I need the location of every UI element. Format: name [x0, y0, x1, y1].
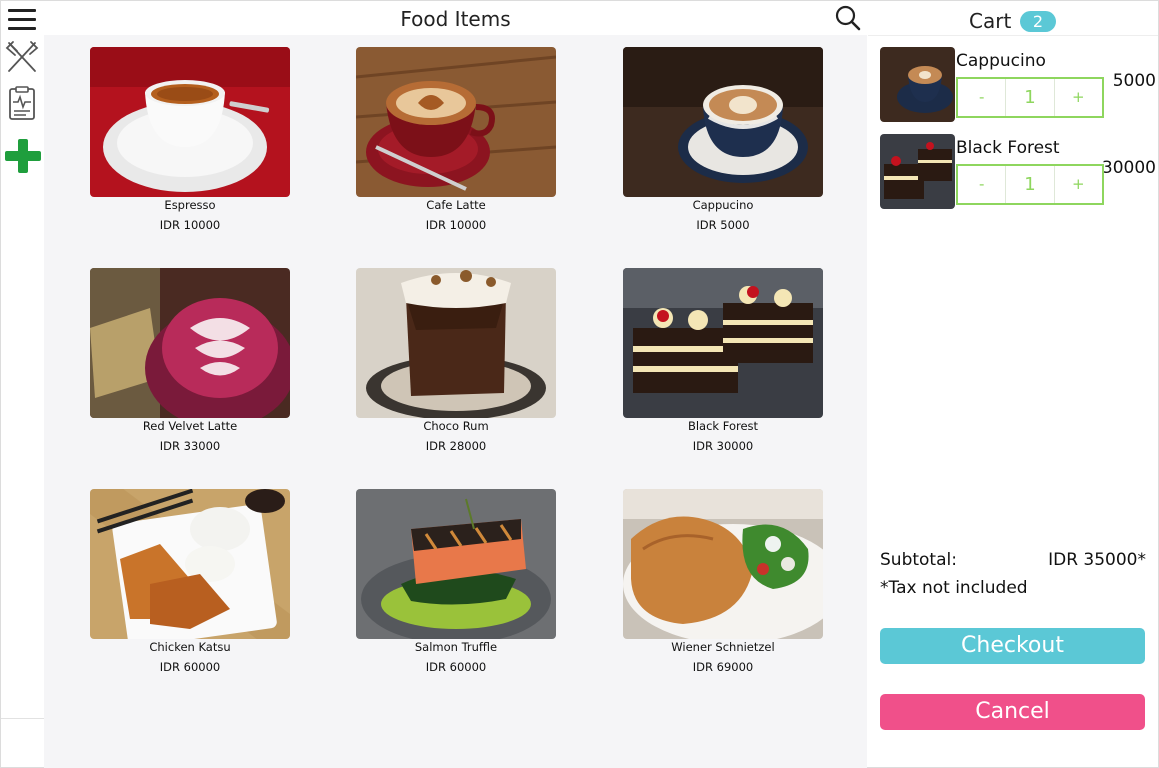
quantity-value[interactable]: 1 — [1006, 166, 1055, 203]
cancel-button[interactable]: Cancel — [880, 694, 1145, 730]
cart-item-price: 5000 — [1112, 71, 1156, 91]
red-velvet-latte-image — [90, 268, 290, 418]
food-card-wiener-schnietzel[interactable]: Wiener Schnietzel IDR 69000 — [623, 489, 823, 674]
cart-item: Cappucino 5000 - 1 + — [880, 47, 1156, 123]
food-price: IDR 5000 — [696, 218, 750, 232]
cart-item-name: Black Forest — [956, 138, 1060, 158]
food-price: IDR 60000 — [425, 660, 487, 674]
food-price: IDR 30000 — [692, 439, 754, 453]
salmon-truffle-image — [356, 489, 556, 639]
food-price: IDR 10000 — [159, 218, 221, 232]
cart-item: Black Forest 30000 - 1 + — [880, 134, 1156, 210]
cart-title: Cart — [969, 9, 1012, 33]
chicken-katsu-image — [90, 489, 290, 639]
food-name: Salmon Truffle — [414, 640, 498, 654]
food-card-salmon-truffle[interactable]: Salmon Truffle IDR 60000 — [356, 489, 556, 674]
cart-panel: Cart 2 Cappucino 5000 - 1 + Black Forest… — [868, 1, 1158, 767]
checkout-button[interactable]: Checkout — [880, 628, 1145, 664]
food-name: Chicken Katsu — [149, 640, 231, 654]
quantity-stepper: - 1 + — [956, 77, 1104, 118]
increment-button[interactable]: + — [1055, 166, 1102, 203]
food-name: Red Velvet Latte — [142, 419, 238, 433]
subtotal-value: IDR 35000* — [1048, 550, 1146, 570]
cappucino-image — [623, 47, 823, 197]
choco-rum-image — [356, 268, 556, 418]
increment-button[interactable]: + — [1055, 79, 1102, 116]
page-title: Food Items — [400, 7, 511, 31]
food-grid: Espresso IDR 10000 Cafe Latte IDR 10000 — [44, 35, 867, 768]
food-card-cafe-latte[interactable]: Cafe Latte IDR 10000 — [356, 47, 556, 232]
top-bar: Food Items — [44, 4, 867, 34]
left-sidebar — [1, 1, 44, 719]
utensils-icon[interactable] — [4, 39, 40, 75]
food-price: IDR 69000 — [692, 660, 754, 674]
cart-count-badge: 2 — [1020, 11, 1056, 32]
espresso-image — [90, 47, 290, 197]
cafe-latte-image — [356, 47, 556, 197]
black-forest-thumbnail — [880, 134, 955, 209]
food-name: Choco Rum — [423, 419, 489, 433]
cappucino-thumbnail — [880, 47, 955, 122]
food-card-chicken-katsu[interactable]: Chicken Katsu IDR 60000 — [90, 489, 290, 674]
food-name: Cappucino — [692, 198, 754, 212]
food-name: Black Forest — [687, 419, 759, 433]
add-icon[interactable] — [2, 137, 44, 179]
cart-header: Cart 2 — [868, 4, 1158, 36]
menu-icon[interactable] — [8, 9, 36, 31]
cart-item-name: Cappucino — [956, 51, 1046, 71]
food-card-espresso[interactable]: Espresso IDR 10000 — [90, 47, 290, 232]
food-name: Espresso — [164, 198, 216, 212]
black-forest-image — [623, 268, 823, 418]
food-name: Wiener Schnietzel — [671, 640, 775, 654]
subtotal-label: Subtotal: — [880, 550, 957, 570]
report-icon[interactable] — [4, 85, 40, 121]
food-price: IDR 33000 — [159, 439, 221, 453]
food-card-red-velvet-latte[interactable]: Red Velvet Latte IDR 33000 — [90, 268, 290, 453]
quantity-value[interactable]: 1 — [1006, 79, 1055, 116]
food-card-cappucino[interactable]: Cappucino IDR 5000 — [623, 47, 823, 232]
decrement-button[interactable]: - — [958, 79, 1007, 116]
food-price: IDR 28000 — [425, 439, 487, 453]
food-price: IDR 10000 — [425, 218, 487, 232]
food-card-choco-rum[interactable]: Choco Rum IDR 28000 — [356, 268, 556, 453]
food-name: Cafe Latte — [426, 198, 486, 212]
decrement-button[interactable]: - — [958, 166, 1007, 203]
search-icon[interactable] — [834, 4, 862, 32]
cart-item-price: 30000 — [1101, 158, 1156, 178]
food-card-black-forest[interactable]: Black Forest IDR 30000 — [623, 268, 823, 453]
wiener-schnietzel-image — [623, 489, 823, 639]
quantity-stepper: - 1 + — [956, 164, 1104, 205]
food-price: IDR 60000 — [159, 660, 221, 674]
tax-note: *Tax not included — [880, 578, 1028, 598]
